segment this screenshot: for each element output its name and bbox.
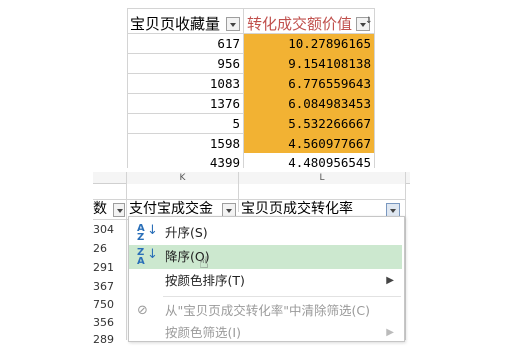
- submenu-arrow-icon: ▶: [386, 327, 394, 338]
- conversion-value: 6.084983453: [288, 96, 371, 111]
- clear-filter-icon: ⊘: [137, 303, 148, 318]
- conversion-value: 4.480956545: [288, 155, 371, 170]
- favorites-value: 1083: [209, 76, 240, 91]
- conversion-value: 4.560977667: [288, 136, 371, 151]
- favorites-value: 1376: [209, 96, 240, 111]
- row-stub: 367: [93, 280, 114, 293]
- favorites-value: 5: [232, 116, 240, 131]
- conversion-value: 6.776559643: [288, 76, 371, 91]
- column-letter-l[interactable]: L: [239, 172, 405, 184]
- conversion-value: 5.532266667: [288, 116, 371, 131]
- favorites-value: 1598: [209, 136, 240, 151]
- menu-item-filter-by-color[interactable]: 按颜色筛选(I) ▶: [129, 321, 402, 345]
- sort-indicator-button[interactable]: ↓: [356, 16, 373, 31]
- row-stub: 750: [93, 298, 114, 311]
- sort-filter-menu: A Z ↓ 升序(S) Z A ↓ 降序(O) ☝ 按颜色排序(T) ▶ ⊘ 从"宝贝页…: [128, 216, 405, 342]
- favorites-value: 956: [217, 56, 240, 71]
- row-stub: 291: [93, 261, 114, 274]
- submenu-arrow-icon: ▶: [386, 275, 394, 286]
- favorites-value: 617: [217, 36, 240, 51]
- header-conversion-value: 转化成交额价值: [247, 15, 353, 33]
- menu-item-sort-ascending[interactable]: A Z ↓ 升序(S): [129, 221, 402, 245]
- conversion-value: 10.27896165: [288, 36, 371, 51]
- menu-item-clear-filter[interactable]: ⊘ 从"宝贝页成交转化率"中清除筛选(C): [129, 299, 402, 323]
- favorites-value: 4399: [209, 155, 240, 170]
- row-stub: 304: [93, 223, 114, 236]
- sort-desc-icon: ↓: [365, 16, 373, 26]
- header-favorites: 宝贝页收藏量: [130, 15, 221, 33]
- filter-dropdown-button-alipay[interactable]: [222, 203, 236, 217]
- conversion-value: 9.154108138: [288, 56, 371, 71]
- row-stub: 26: [93, 242, 107, 255]
- filter-dropdown-button-favorites[interactable]: [226, 17, 240, 31]
- header-partial: 数: [93, 201, 107, 217]
- menu-item-sort-by-color[interactable]: 按颜色排序(T) ▶: [129, 269, 402, 293]
- column-letter-k[interactable]: K: [127, 172, 238, 184]
- sort-descending-icon: Z A ↓: [137, 247, 158, 267]
- sort-ascending-icon: A Z ↓: [137, 223, 158, 243]
- filter-dropdown-button-conversion-rate[interactable]: [386, 203, 400, 217]
- menu-item-sort-descending[interactable]: Z A ↓ 降序(O) ☝: [129, 245, 402, 272]
- filter-dropdown-button-partial[interactable]: [113, 203, 125, 217]
